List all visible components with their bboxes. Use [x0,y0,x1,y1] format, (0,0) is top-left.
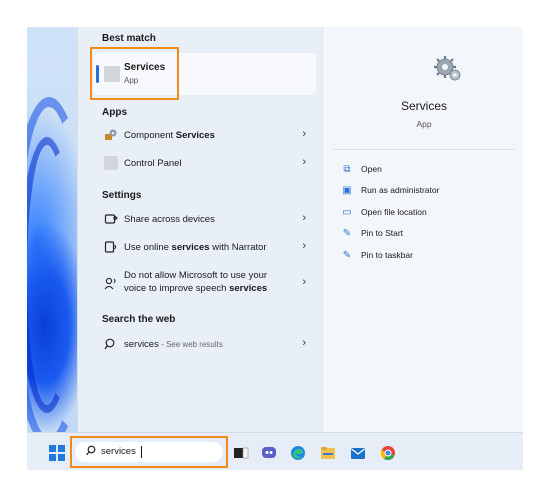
action-pin-to-taskbar[interactable]: ✎ Pin to taskbar [341,250,413,266]
result-label: Share across devices [124,214,215,225]
result-label: Use online services with Narrator [124,242,267,253]
narrator-icon [104,240,118,254]
best-match-heading: Best match [102,33,156,44]
pin-icon: ✎ [342,250,352,261]
chevron-right-icon[interactable]: › [302,212,306,224]
result-component-services[interactable]: Component Services › [94,124,316,148]
chevron-right-icon[interactable]: › [302,240,306,252]
windows-start-icon[interactable] [49,445,65,461]
result-web-search[interactable]: services - See web results › [94,333,316,357]
result-label: Do not allow Microsoft to use your voice… [124,270,268,294]
result-narrator-online-services[interactable]: Use online services with Narrator › [94,236,316,260]
taskbar: services [27,432,523,470]
divider [333,149,515,150]
speech-icon [104,276,118,290]
chevron-right-icon[interactable]: › [302,276,306,288]
details-type: App [416,119,432,129]
share-devices-icon [104,212,118,226]
component-services-icon [104,128,118,142]
details-title: Services [400,99,447,113]
settings-heading: Settings [102,190,142,201]
highlight-box-search [70,436,228,468]
results-list: Best match Services App Apps Component S… [78,27,322,432]
result-label: Control Panel [124,158,182,169]
search-results-panel: Best match Services App Apps Component S… [77,27,523,432]
chevron-right-icon[interactable]: › [302,337,306,349]
mail-icon[interactable] [350,445,366,461]
action-open[interactable]: ⧉ Open [341,164,381,180]
result-label: services - See web results [124,339,223,350]
search-web-heading: Search the web [102,314,176,325]
pin-icon: ✎ [342,228,352,239]
chevron-right-icon[interactable]: › [302,156,306,168]
result-speech-privacy[interactable]: Do not allow Microsoft to use your voice… [94,266,316,300]
folder-icon: ▭ [342,207,352,218]
chevron-right-icon[interactable]: › [302,128,306,140]
control-panel-icon [104,156,118,170]
result-share-across-devices[interactable]: Share across devices › [94,208,316,232]
result-control-panel[interactable]: Control Panel › [94,152,316,176]
task-view-icon[interactable] [233,445,249,461]
services-gear-icon [433,55,463,83]
chat-icon[interactable] [261,445,277,461]
result-label: Component Services [124,130,215,141]
apps-heading: Apps [102,107,127,118]
file-explorer-icon[interactable] [320,445,336,461]
action-pin-to-start[interactable]: ✎ Pin to Start [341,228,403,244]
desktop: Best match Services App Apps Component S… [27,27,523,470]
highlight-box-best-match [90,47,179,100]
details-pane: Services App ⧉ Open ▣ Run as administrator… [322,27,523,432]
action-open-file-location[interactable]: ▭ Open file location [341,207,426,223]
run-as-admin-icon: ▣ [342,185,352,196]
search-icon [104,337,118,351]
action-run-as-administrator[interactable]: ▣ Run as administrator [341,185,439,201]
open-icon: ⧉ [343,164,351,175]
chrome-icon[interactable] [380,445,396,461]
edge-icon[interactable] [290,445,306,461]
